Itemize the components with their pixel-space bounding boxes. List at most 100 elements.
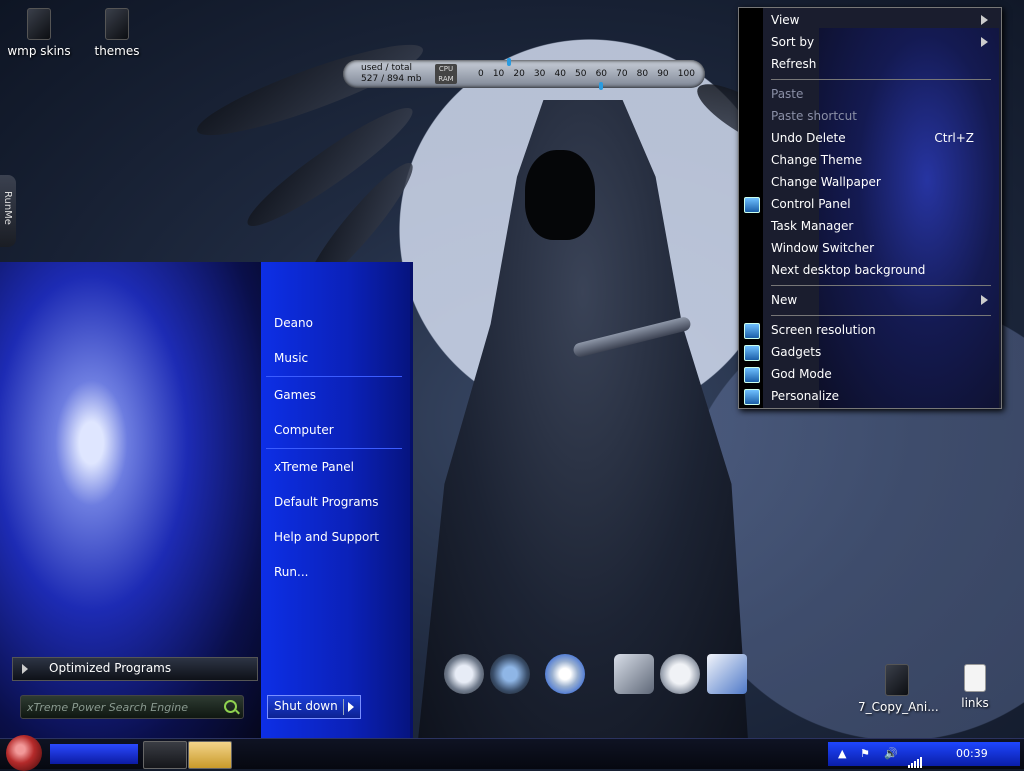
gadgets-icon <box>744 345 760 361</box>
desktop-icon-themes[interactable]: themes <box>82 8 152 58</box>
menu-item-label: Personalize <box>771 389 840 403</box>
start-link-help-support[interactable]: Help and Support <box>274 530 379 544</box>
dock-rocket-icon[interactable] <box>545 654 585 694</box>
menu-item-shortcut: Ctrl+Z <box>934 131 974 145</box>
scale-tick: 70 <box>616 69 628 79</box>
start-menu-links-panel: Deano Music Games Computer xTreme Panel … <box>261 262 413 738</box>
expand-arrow-icon <box>22 664 28 674</box>
start-orb-button[interactable] <box>6 735 42 771</box>
scale-tick: 20 <box>513 69 525 79</box>
start-divider <box>266 376 402 377</box>
dock-disc-drive-icon[interactable] <box>660 654 700 694</box>
menu-item-label: Paste shortcut <box>771 109 857 123</box>
taskbar-users-button[interactable] <box>188 741 232 769</box>
file-icon <box>885 664 909 696</box>
scale-tick: 100 <box>677 69 695 79</box>
menu-item-label: Paste <box>771 87 804 101</box>
start-link-games[interactable]: Games <box>274 388 316 402</box>
taskbar-clock[interactable]: 00:39 <box>956 747 988 760</box>
used-value: 527 <box>361 74 379 84</box>
unit-label: mb <box>407 74 422 84</box>
menu-item-gadgets[interactable]: Gadgets <box>771 343 996 361</box>
menu-item-refresh[interactable]: Refresh <box>771 55 996 73</box>
menu-item-label: Sort by <box>771 35 815 49</box>
personalize-icon <box>744 389 760 405</box>
shutdown-button[interactable]: Shut down <box>267 695 361 719</box>
menu-item-new[interactable]: New <box>771 291 996 309</box>
wallpaper-hood <box>525 150 595 240</box>
dock-webcam-icon[interactable] <box>444 654 484 694</box>
runme-side-tab[interactable]: RunMe <box>0 175 16 247</box>
menu-item-change-theme[interactable]: Change Theme <box>771 151 996 169</box>
search-input[interactable] <box>25 698 219 716</box>
menu-item-label: Change Theme <box>771 153 863 167</box>
desktop-icon-wmp-skins[interactable]: wmp skins <box>4 8 74 58</box>
desktop-icon-links[interactable]: links <box>940 664 1010 710</box>
runme-label: RunMe <box>2 191 13 225</box>
document-icon <box>964 664 986 692</box>
start-link-xtreme-panel[interactable]: xTreme Panel <box>274 460 354 474</box>
menu-item-label: God Mode <box>771 367 832 381</box>
start-link-computer[interactable]: Computer <box>274 423 334 437</box>
dock-folder-icon[interactable] <box>707 654 747 694</box>
search-box <box>20 695 244 719</box>
submenu-arrow-icon <box>981 15 988 25</box>
taskbar-media-button[interactable] <box>143 741 187 769</box>
menu-item-task-manager[interactable]: Task Manager <box>771 217 996 235</box>
screen-resolution-icon <box>744 323 760 339</box>
cpu-ram-toggle[interactable]: CPU RAM <box>435 64 457 84</box>
start-link-music[interactable]: Music <box>274 351 308 365</box>
menu-item-personalize[interactable]: Personalize <box>771 387 996 405</box>
volume-icon[interactable]: 🔊 <box>884 747 898 760</box>
desktop-icon-copy-ani[interactable]: 7_Copy_Ani... <box>858 664 939 714</box>
menu-item-sort-by[interactable]: Sort by <box>771 33 996 51</box>
start-link-deano[interactable]: Deano <box>274 316 313 330</box>
menu-item-view[interactable]: View <box>771 11 996 29</box>
action-center-flag-icon[interactable]: ⚑ <box>860 747 870 760</box>
dock-globe-icon[interactable] <box>490 654 530 694</box>
optimized-programs-button[interactable]: Optimized Programs <box>12 657 258 681</box>
submenu-arrow-icon <box>981 37 988 47</box>
meter-scale: 0 10 20 30 40 50 60 70 80 90 100 <box>478 69 695 79</box>
start-link-run[interactable]: Run... <box>274 565 308 579</box>
quick-launch-strip <box>50 744 138 764</box>
folder-icon <box>105 8 129 40</box>
memory-meter-gadget: used / total 527 / 894 mb CPU RAM 0 10 2… <box>343 58 705 90</box>
menu-item-label: Window Switcher <box>771 241 875 255</box>
ram-indicator <box>599 82 603 90</box>
menu-item-label: Gadgets <box>771 345 822 359</box>
menu-item-label: New <box>771 293 798 307</box>
menu-item-paste: Paste <box>771 85 996 103</box>
search-icon[interactable] <box>224 700 237 713</box>
start-link-default-programs[interactable]: Default Programs <box>274 495 379 509</box>
control-panel-icon <box>744 197 760 213</box>
desktop-context-menu: View Sort by Refresh Paste Paste shortcu… <box>738 7 1002 409</box>
submenu-arrow-icon <box>981 295 988 305</box>
network-signal-icon[interactable] <box>908 749 923 768</box>
god-mode-icon <box>744 367 760 383</box>
used-label: used <box>361 63 383 73</box>
shutdown-label: Shut down <box>274 699 338 713</box>
menu-item-god-mode[interactable]: God Mode <box>771 365 996 383</box>
ram-label: RAM <box>438 75 454 83</box>
menu-separator <box>771 315 991 316</box>
menu-item-label: Screen resolution <box>771 323 876 337</box>
total-value: / 894 <box>381 74 405 84</box>
dock-cube-icon[interactable] <box>614 654 654 694</box>
menu-item-undo-delete[interactable]: Undo Delete Ctrl+Z <box>771 129 996 147</box>
menu-item-control-panel[interactable]: Control Panel <box>771 195 996 213</box>
menu-item-change-wallpaper[interactable]: Change Wallpaper <box>771 173 996 191</box>
menu-item-screen-resolution[interactable]: Screen resolution <box>771 321 996 339</box>
shutdown-options-arrow-icon[interactable] <box>348 702 354 712</box>
menu-item-window-switcher[interactable]: Window Switcher <box>771 239 996 257</box>
meter-separator: / <box>385 63 389 73</box>
scale-tick: 10 <box>492 69 505 79</box>
total-label: total <box>391 63 413 73</box>
menu-item-paste-shortcut: Paste shortcut <box>771 107 996 125</box>
scale-tick: 40 <box>554 69 566 79</box>
desktop-icon-label: wmp skins <box>7 44 71 58</box>
desktop-icon-label: themes <box>94 44 140 58</box>
scale-tick: 90 <box>657 69 669 79</box>
show-hidden-icons-icon[interactable]: ▲ <box>838 747 846 760</box>
menu-item-next-background[interactable]: Next desktop background <box>771 261 996 279</box>
